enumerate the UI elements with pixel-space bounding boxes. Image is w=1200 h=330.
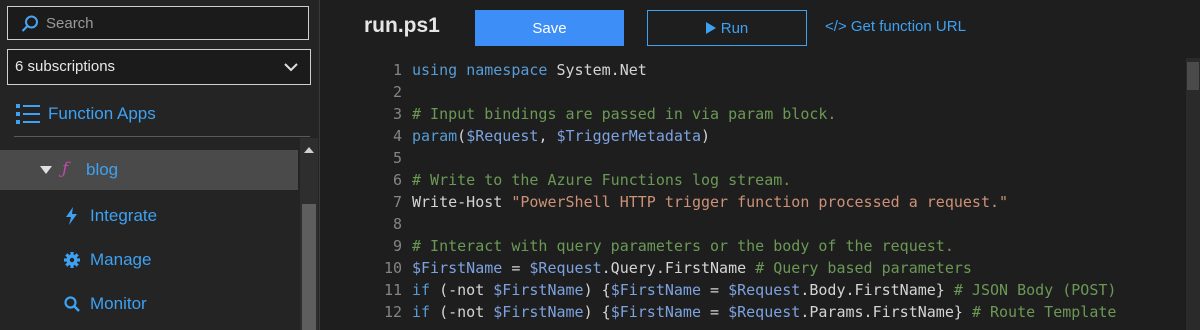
tree-item-integrate-label: Integrate [90,206,158,225]
tree-item-monitor-label: Monitor [90,294,147,313]
code-token: "PowerShell HTTP trigger function proces… [511,193,1009,211]
run-button-label: Run [720,19,749,37]
code-token: $Request [728,281,801,299]
code-token: $Request [728,303,801,321]
code-token: $Request [529,259,602,277]
line-number: 5 [392,149,402,167]
code-token: $Request [466,127,539,145]
line-number: 11 [383,281,402,299]
search-input[interactable] [46,7,296,39]
code-token: .Query.FirstName [601,259,756,277]
code-token: (-not [430,303,494,321]
line-number: 9 [392,237,402,255]
code-token: Write-Host [412,193,512,211]
code-token: if [412,303,431,321]
code-token: ) { [583,303,611,321]
subscriptions-label: 6 subscriptions [15,58,116,75]
save-button[interactable]: Save [475,10,624,46]
sidebar-scrollbar[interactable] [300,138,318,330]
code-token: $TriggerMetadata [556,127,702,145]
tree-item-manage-label: Manage [90,250,152,269]
main-panel: run.ps1 Save Run </> Get function URL 1u… [320,0,1200,330]
scrollbar-thumb[interactable] [302,204,316,330]
function-icon: ƒ [62,159,69,179]
code-token: ( [457,127,467,145]
code-text: # Input bindings are passed in via param… [412,103,836,125]
lightning-icon [64,207,80,225]
code-token: .Params.FirstName} [800,303,972,321]
tree-item-blog-label: blog [86,160,119,179]
line-number: 7 [392,193,402,211]
code-token: , [538,127,557,145]
gear-icon [64,251,80,269]
code-token: # Route Template [971,303,1117,321]
code-text: Write-Host "PowerShell HTTP trigger func… [412,191,1008,213]
code-token: # Write to the Azure Functions log strea… [412,171,792,189]
code-token: ) { [583,281,611,299]
code-token: # Input bindings are passed in via param… [412,105,837,123]
sidebar-divider [14,136,310,137]
code-token: if [412,281,431,299]
code-text: $FirstName = $Request.Query.FirstName # … [412,257,972,279]
code-token: # JSON Body (POST) [953,281,1117,299]
code-text: if (-not $FirstName) {$FirstName = $Requ… [412,301,1116,323]
code-token: = [701,303,729,321]
code-text: using namespace System.Net [412,59,647,81]
get-function-url-link[interactable]: </> Get function URL [825,18,966,35]
code-token: = [502,259,530,277]
line-number: 1 [392,61,402,79]
expand-triangle-icon[interactable] [40,166,52,174]
line-number: 4 [392,127,402,145]
line-number: 2 [392,83,402,101]
code-token: namespace [466,61,548,79]
code-token: $FirstName [493,303,584,321]
code-token: # Query based parameters [755,259,972,277]
code-token: $FirstName [610,303,701,321]
code-token: $FirstName [610,281,701,299]
code-text: # Write to the Azure Functions log strea… [412,169,791,191]
line-number: 3 [392,105,402,123]
line-number: 10 [383,259,402,277]
run-button[interactable]: Run [647,10,807,46]
code-text: # Interact with query parameters or the … [412,235,954,257]
line-number: 6 [392,171,402,189]
tree-item-blog[interactable]: ƒ blog [0,150,298,190]
code-text: if (-not $FirstName) {$FirstName = $Requ… [412,279,1116,301]
subscriptions-dropdown[interactable]: 6 subscriptions [7,49,311,85]
code-token: using [412,61,458,79]
editor-scrollbar-thumb[interactable] [1187,62,1199,90]
chevron-down-icon [284,60,298,74]
code-token: # Interact with query parameters or the … [412,237,954,255]
code-token: param [412,127,458,145]
code-token: $FirstName [493,281,584,299]
line-number: 8 [392,215,402,233]
sidebar: 6 subscriptions Function Apps ƒ blog [0,0,320,330]
code-text: param($Request, $TriggerMetadata) [412,125,710,147]
file-name: run.ps1 [364,14,440,37]
scroll-up-arrow-icon[interactable] [304,147,314,153]
code-token: $FirstName [412,259,503,277]
play-icon [705,21,716,34]
search-icon [20,14,40,34]
list-icon [16,102,42,126]
code-token: (-not [430,281,494,299]
function-tree: ƒ blog Integrate Manage Monitor [0,138,298,330]
line-number: 12 [383,303,402,321]
code-token: = [701,281,729,299]
code-token: System.Net [547,61,647,79]
code-token: .Body.FirstName} [800,281,954,299]
search-icon [64,295,80,313]
code-editor[interactable]: 1 using namespace System.Net 2 3 # Input bin… [352,58,1200,330]
code-token: ) [701,127,711,145]
search-box[interactable] [7,6,309,40]
function-apps-label: Function Apps [48,104,156,123]
editor-scrollbar[interactable] [1186,58,1200,330]
